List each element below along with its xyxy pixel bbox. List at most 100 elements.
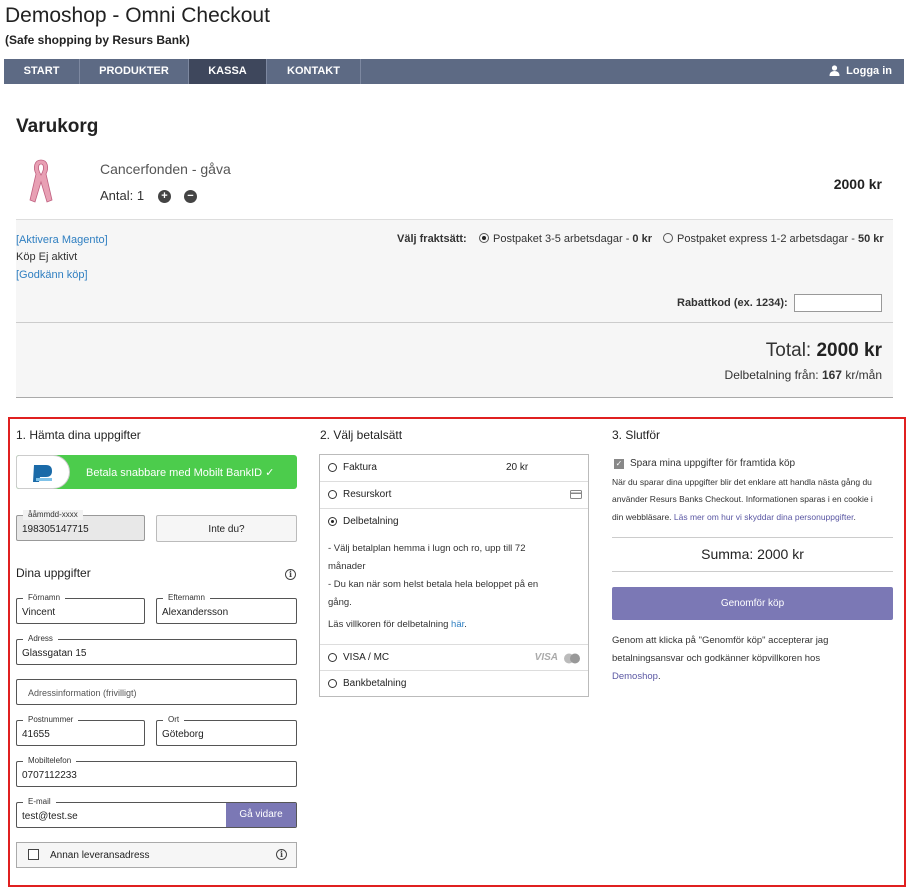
phone-value: 0707112233: [22, 770, 77, 781]
city-label: Ort: [163, 715, 185, 725]
address-info-field[interactable]: Adressinformation (frivilligt): [16, 679, 297, 705]
firstname-value: Vincent: [22, 607, 56, 618]
lastname-field[interactable]: Efternamn Alexandersson: [156, 593, 297, 624]
terms-text: Demoshop.: [612, 671, 661, 682]
alt-delivery-toggle[interactable]: Annan leveransadress i: [16, 842, 297, 868]
alt-delivery-label: Annan leveransadress: [50, 850, 150, 861]
address-value: Glassgatan 15: [22, 648, 87, 659]
payment-faktura[interactable]: Faktura 20 kr: [320, 455, 588, 482]
total-value: 2000 kr: [816, 340, 882, 361]
discount-input[interactable]: [794, 294, 882, 312]
payment-resurskort[interactable]: Resurskort: [320, 482, 588, 509]
desc-line: - Välj betalplan hemma i lugn och ro, up…: [328, 543, 526, 554]
order-sum: Summa: 2000 kr: [701, 546, 804, 562]
shipping-text: Postpaket express 1-2 arbetsdagar -: [677, 233, 858, 245]
bankid-button[interactable]: Betala snabbare med Mobilt BankID ✓: [16, 455, 297, 489]
product-name[interactable]: Cancerfonden - gåva: [100, 161, 231, 177]
save-details-label: Spara mina uppgifter för framtida köp: [630, 458, 796, 469]
installment-unit: kr/mån: [841, 368, 882, 382]
ssn-field[interactable]: ååmmdd-xxxx 198305147715: [16, 510, 145, 541]
bankid-logo-icon: [16, 455, 70, 489]
step1-heading: 1. Hämta dina uppgifter: [16, 428, 141, 442]
firstname-field[interactable]: Förnamn Vincent: [16, 593, 145, 624]
terms-end: .: [657, 671, 661, 682]
nav-produkter[interactable]: PRODUKTER: [80, 59, 189, 84]
shipping-option-standard[interactable]: Postpaket 3-5 arbetsdagar - 0 kr: [479, 233, 652, 245]
installment-label: Delbetalning från:: [724, 368, 822, 382]
save-details-checkbox[interactable]: ✓: [614, 459, 624, 469]
email-value: test@test.se: [22, 811, 78, 822]
terms-text: betalningsansvar och godkänner köpvillko…: [612, 653, 821, 664]
product-price: 2000 kr: [833, 176, 882, 192]
radio-icon: [328, 490, 337, 499]
purchase-status: Köp Ej aktivt: [16, 251, 78, 263]
step3-heading: 3. Slutför: [612, 428, 661, 442]
payment-fee: 20 kr: [506, 462, 529, 473]
info-text: din webbläsare.: [612, 512, 674, 522]
desc-line: - Du kan när som helst betala hela belop…: [328, 579, 539, 590]
payment-label: Delbetalning: [343, 516, 399, 527]
shipping-text: Postpaket 3-5 arbetsdagar -: [493, 233, 633, 245]
site-subtitle: (Safe shopping by Resurs Bank): [5, 33, 190, 47]
not-you-button[interactable]: Inte du?: [156, 515, 297, 542]
payment-label: Resurskort: [343, 489, 392, 500]
radio-icon: [328, 463, 337, 472]
shipping-price: 0 kr: [632, 233, 652, 245]
aktivera-magento-link[interactable]: [Aktivera Magento]: [16, 234, 108, 246]
radio-icon: [328, 679, 337, 688]
save-info-text: När du sparar dina uppgifter blir det en…: [612, 477, 872, 487]
ssn-value: 198305147715: [22, 524, 89, 535]
complete-purchase-button[interactable]: Genomför köp: [612, 587, 893, 620]
nav-start[interactable]: START: [4, 59, 80, 84]
cart-title: Varukorg: [16, 116, 99, 137]
continue-button[interactable]: Gå vidare: [226, 803, 296, 827]
payment-label: Faktura: [343, 462, 377, 473]
product-quantity: Antal: 1: [100, 188, 145, 203]
save-info-text: din webbläsare. Läs mer om hur vi skydda…: [612, 512, 856, 522]
user-icon: [829, 65, 840, 76]
divider: [612, 537, 893, 538]
lastname-label: Efternamn: [163, 593, 210, 603]
phone-label: Mobiltelefon: [23, 756, 77, 766]
qty-plus-button[interactable]: +: [158, 190, 171, 203]
card-icon: [570, 490, 582, 499]
save-info-text: använder Resurs Banks Checkout. Informat…: [612, 494, 873, 504]
nav-kontakt[interactable]: KONTAKT: [267, 59, 361, 84]
firstname-label: Förnamn: [23, 593, 66, 603]
postcode-value: 41655: [22, 729, 50, 740]
payment-label: VISA / MC: [343, 652, 390, 663]
postcode-field[interactable]: Postnummer 41655: [16, 715, 145, 746]
godkann-kop-link[interactable]: [Godkänn köp]: [16, 269, 88, 281]
nav-kassa[interactable]: KASSA: [189, 59, 267, 84]
order-total: Total: 2000 kr: [766, 340, 882, 362]
terms-link[interactable]: här: [451, 619, 464, 630]
privacy-link[interactable]: Läs mer om hur vi skyddar dina personupp…: [674, 512, 854, 522]
payment-bankbetalning[interactable]: Bankbetalning: [320, 671, 588, 697]
qty-minus-button[interactable]: −: [184, 190, 197, 203]
terms-line: Läs villkoren för delbetalning här.: [328, 616, 538, 634]
checkbox-icon: [28, 849, 39, 860]
step2-heading: 2. Välj betalsätt: [320, 428, 403, 442]
site-title: Demoshop - Omni Checkout: [5, 4, 270, 27]
payment-visa-mc[interactable]: VISA / MC VISA: [320, 644, 588, 671]
city-field[interactable]: Ort Göteborg: [156, 715, 297, 746]
address-info-placeholder: Adressinformation (frivilligt): [28, 688, 137, 698]
demoshop-link[interactable]: Demoshop: [612, 671, 658, 682]
shipping-label: Välj fraktsätt:: [397, 233, 467, 245]
phone-field[interactable]: Mobiltelefon 0707112233: [16, 756, 297, 787]
main-nav: START PRODUKTER KASSA KONTAKT Logga in: [4, 59, 904, 84]
login-label: Logga in: [846, 65, 892, 77]
bankid-label: Betala snabbare med Mobilt BankID ✓: [86, 467, 275, 479]
info-end: .: [853, 512, 856, 522]
pink-ribbon-icon: [29, 159, 53, 203]
info-icon[interactable]: i: [276, 849, 287, 860]
customer-details-heading: Dina uppgifter: [16, 566, 91, 580]
desc-line: gång.: [328, 597, 352, 608]
address-field[interactable]: Adress Glassgatan 15: [16, 634, 297, 665]
installment-info: Delbetalning från: 167 kr/mån: [725, 368, 882, 382]
radio-icon: [663, 233, 673, 243]
postcode-label: Postnummer: [23, 715, 79, 725]
shipping-option-express[interactable]: Postpaket express 1-2 arbetsdagar - 50 k…: [663, 233, 884, 245]
login-link[interactable]: Logga in: [829, 59, 892, 84]
info-icon[interactable]: i: [285, 569, 296, 580]
